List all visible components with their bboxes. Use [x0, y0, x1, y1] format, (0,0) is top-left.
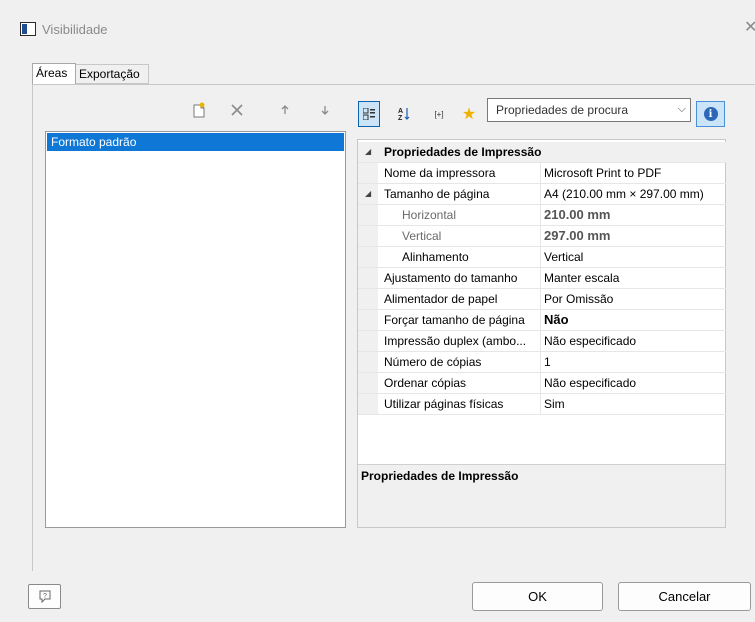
- property-row[interactable]: ◢ Tamanho de página A4 (210.00 mm × 297.…: [358, 184, 726, 205]
- info-icon: i: [703, 107, 718, 121]
- expand-icon[interactable]: [+]: [428, 101, 450, 127]
- property-name: Utilizar páginas físicas: [384, 397, 504, 411]
- window-title: Visibilidade: [42, 22, 108, 37]
- tab-exportacao[interactable]: Exportação: [75, 64, 149, 84]
- property-value[interactable]: Vertical: [544, 247, 583, 267]
- svg-text:A: A: [398, 108, 403, 115]
- description-pane: Propriedades de Impressão: [358, 464, 725, 527]
- property-row[interactable]: Utilizar páginas físicas Sim: [358, 394, 726, 415]
- move-up-icon[interactable]: [276, 101, 294, 119]
- property-name: Ajustamento do tamanho: [384, 271, 518, 285]
- property-name: Vertical: [402, 229, 442, 243]
- delete-icon[interactable]: [228, 101, 246, 119]
- ok-button[interactable]: OK: [472, 582, 603, 611]
- property-value[interactable]: Sim: [544, 394, 565, 414]
- property-name: Tamanho de página: [384, 187, 490, 201]
- property-row[interactable]: Ajustamento do tamanho Manter escala: [358, 268, 726, 289]
- search-combo-value: Propriedades de procura: [496, 103, 629, 117]
- search-combo[interactable]: Propriedades de procura ⌵: [487, 98, 691, 122]
- new-item-icon[interactable]: [190, 101, 208, 119]
- property-name: Alimentador de papel: [384, 292, 498, 306]
- areas-list[interactable]: Formato padrão: [45, 131, 346, 528]
- property-value[interactable]: 297.00 mm: [544, 226, 611, 246]
- property-row[interactable]: Alinhamento Vertical: [358, 247, 726, 268]
- app-icon: [20, 22, 36, 36]
- property-value[interactable]: Não especificado: [544, 331, 636, 351]
- property-name: Ordenar cópias: [384, 376, 467, 390]
- chevron-down-icon: ⌵: [677, 103, 686, 115]
- property-row[interactable]: Horizontal 210.00 mm: [358, 205, 726, 226]
- property-row[interactable]: Forçar tamanho de página Não: [358, 310, 726, 331]
- property-row[interactable]: Nome da impressora Microsoft Print to PD…: [358, 163, 726, 184]
- property-value[interactable]: Não especificado: [544, 373, 636, 393]
- list-item[interactable]: Formato padrão: [47, 133, 344, 151]
- property-row[interactable]: Alimentador de papel Por Omissão: [358, 289, 726, 310]
- property-name: Nome da impressora: [384, 166, 496, 180]
- help-icon: ?: [39, 590, 50, 603]
- categorized-icon[interactable]: [358, 101, 380, 127]
- property-row[interactable]: Ordenar cópias Não especificado: [358, 373, 726, 394]
- property-name: Forçar tamanho de página: [384, 313, 525, 327]
- property-name: Número de cópias: [384, 355, 482, 369]
- property-name: Horizontal: [402, 208, 457, 222]
- close-icon[interactable]: ✕: [744, 20, 755, 36]
- property-name: Impressão duplex (ambo...: [384, 334, 527, 348]
- description-title: Propriedades de Impressão: [361, 469, 519, 483]
- property-value[interactable]: Manter escala: [544, 268, 619, 288]
- favorite-icon[interactable]: ★: [458, 101, 480, 127]
- property-row[interactable]: Vertical 297.00 mm: [358, 226, 726, 247]
- collapse-icon[interactable]: ◢: [365, 147, 371, 156]
- property-name: Alinhamento: [402, 250, 469, 264]
- category-label: Propriedades de Impressão: [384, 145, 542, 159]
- property-value[interactable]: Microsoft Print to PDF: [544, 163, 661, 183]
- property-row[interactable]: Número de cópias 1: [358, 352, 726, 373]
- property-row[interactable]: Impressão duplex (ambo... Não especifica…: [358, 331, 726, 352]
- title-bar: Visibilidade ✕: [0, 0, 755, 62]
- move-down-icon[interactable]: [316, 101, 334, 119]
- svg-text:?: ?: [43, 593, 47, 600]
- category-row[interactable]: ◢ Propriedades de Impressão: [358, 142, 726, 163]
- tab-areas[interactable]: Áreas: [32, 63, 76, 84]
- svg-text:Z: Z: [398, 115, 403, 121]
- cancel-button[interactable]: Cancelar: [618, 582, 751, 611]
- property-value[interactable]: A4 (210.00 mm × 297.00 mm): [544, 184, 704, 204]
- sort-alpha-icon[interactable]: AZ: [394, 101, 414, 127]
- property-grid: ◢ Propriedades de Impressão Nome da impr…: [357, 139, 726, 528]
- help-button[interactable]: ?: [28, 584, 61, 609]
- property-value[interactable]: Por Omissão: [544, 289, 613, 309]
- info-button[interactable]: i: [696, 101, 725, 127]
- property-value[interactable]: 210.00 mm: [544, 205, 611, 225]
- property-value[interactable]: 1: [544, 352, 551, 372]
- collapse-icon[interactable]: ◢: [365, 189, 371, 198]
- property-value[interactable]: Não: [544, 310, 569, 330]
